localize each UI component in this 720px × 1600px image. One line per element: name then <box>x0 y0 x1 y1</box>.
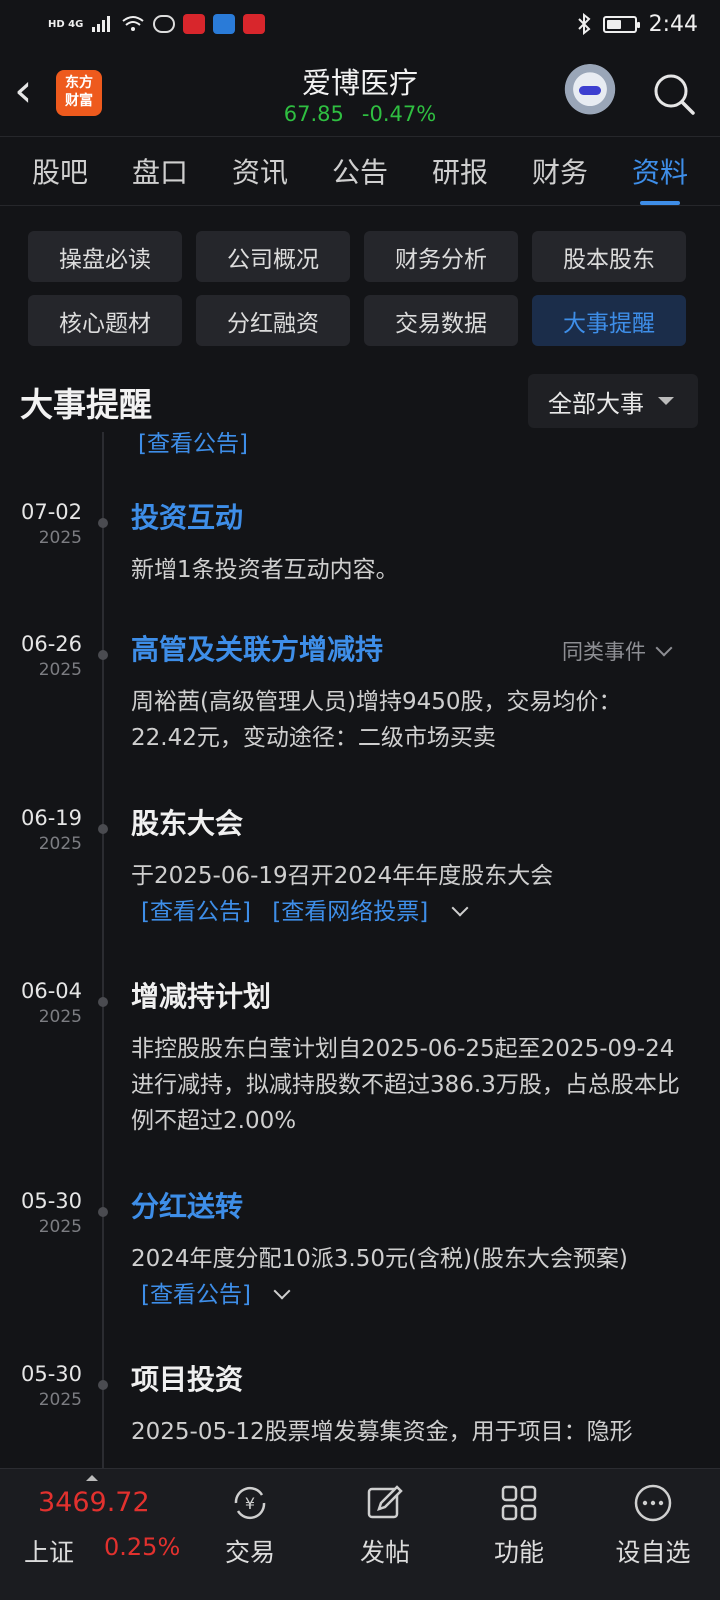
section-title: 大事提醒 <box>20 385 152 424</box>
svg-text:¥: ¥ <box>245 1494 255 1513</box>
wechat-icon <box>153 15 176 33</box>
timeline-dot <box>98 1207 108 1217</box>
functions-button[interactable]: 功能 <box>464 1481 574 1569</box>
tab-finance[interactable]: 财务 <box>532 151 588 191</box>
subnav-dividends[interactable]: 分红融资 <box>196 295 350 346</box>
yuan-cycle-icon: ¥ <box>234 1486 266 1520</box>
event-title: 股东大会 <box>131 807 244 840</box>
timeline-dot <box>98 650 108 660</box>
event-year: 2025 <box>38 1217 82 1237</box>
event-date: 05-30 <box>20 1362 82 1386</box>
event-description: 2025-05-12股票增发募集资金，用于项目：隐形 <box>131 1419 633 1445</box>
event-title: 项目投资 <box>131 1363 244 1396</box>
chevron-down-icon <box>655 639 673 657</box>
nav-label: 功能 <box>493 1538 544 1567</box>
robot-assistant-icon[interactable] <box>562 64 618 120</box>
event-date: 06-26 <box>20 632 82 656</box>
event-title[interactable]: 高管及关联方增减持 <box>131 628 383 668</box>
add-watchlist-button[interactable]: 设自选 <box>598 1481 708 1569</box>
network-indicator: HD 4G <box>48 18 84 30</box>
similar-events-toggle[interactable]: 同类事件 <box>562 636 673 666</box>
battery-icon <box>602 15 640 33</box>
tab-guba[interactable]: 股吧 <box>32 151 88 191</box>
app-notification-icon <box>243 14 266 34</box>
tab-pankou[interactable]: 盘口 <box>132 151 188 191</box>
event-description: 新增1条投资者互动内容。 <box>131 557 399 583</box>
stock-header: ‹ 东方 财富 爱博医疗 67.85 -0.47% <box>0 48 720 136</box>
subnav-core-themes[interactable]: 核心题材 <box>28 295 182 346</box>
tab-news[interactable]: 资讯 <box>232 151 288 191</box>
filter-label: 全部大事 <box>548 389 644 418</box>
chevron-down-icon[interactable] <box>451 899 469 917</box>
app-notification-icon <box>183 14 206 34</box>
event-description: 2024年度分配10派3.50元(含税)(股东大会预案) <box>131 1246 628 1272</box>
search-icon[interactable] <box>652 72 696 116</box>
index-value: 3469.72 <box>38 1487 150 1518</box>
tab-profile[interactable]: 资料 <box>632 151 688 191</box>
event-description-block: 于2025-06-19召开2024年年度股东大会 [查看公告] [查看网络投票] <box>131 858 687 930</box>
view-announcement-link[interactable]: [查看公告] <box>138 432 248 458</box>
status-bar: HD 4G 2:44 <box>0 0 720 48</box>
tab-research[interactable]: 研报 <box>432 151 488 191</box>
event-date: 06-04 <box>20 979 82 1003</box>
timeline-dot <box>98 518 108 528</box>
bluetooth-icon <box>577 13 591 35</box>
stock-price: 67.85 <box>283 102 344 126</box>
more-icon <box>634 1484 672 1522</box>
tab-announcements[interactable]: 公告 <box>332 151 388 191</box>
subnav-must-read[interactable]: 操盘必读 <box>28 231 182 282</box>
stock-change: -0.47% <box>361 102 437 126</box>
timeline-line <box>102 432 104 1468</box>
event-title: 增减持计划 <box>131 980 272 1013</box>
event-year: 2025 <box>38 528 82 548</box>
event-title[interactable]: 分红送转 <box>131 1185 243 1225</box>
view-announcement-link[interactable]: [查看公告] <box>141 1282 251 1308</box>
event-description-block: 2024年度分配10派3.50元(含税)(股东大会预案) [查看公告] <box>131 1241 687 1313</box>
edit-icon <box>367 1485 403 1519</box>
nav-label: 设自选 <box>615 1538 691 1567</box>
nav-label: 交易 <box>224 1538 275 1567</box>
event-year: 2025 <box>38 1007 82 1027</box>
event-description: 周裕茜(高级管理人员)增持9450股，交易均价：22.42元，变动途径：二级市场… <box>131 689 622 751</box>
trade-button[interactable]: ¥ 交易 <box>195 1481 305 1569</box>
caret-down-icon <box>658 397 674 405</box>
main-tabs: 股吧 盘口 资讯 公告 研报 财务 资料 <box>0 136 720 206</box>
event-date: 05-30 <box>20 1189 82 1213</box>
index-name: 上证 <box>24 1538 75 1567</box>
post-button[interactable]: 发帖 <box>330 1481 440 1569</box>
event-year: 2025 <box>38 660 82 680</box>
grid-icon <box>501 1485 537 1521</box>
nav-label: 发帖 <box>359 1538 410 1567</box>
event-year: 2025 <box>38 834 82 854</box>
clock: 2:44 <box>648 11 698 37</box>
wifi-icon <box>122 16 144 31</box>
timeline-dot <box>98 824 108 834</box>
signal-icon <box>92 16 111 32</box>
event-title[interactable]: 投资互动 <box>131 496 243 536</box>
event-timeline: [查看公告] 07-02 2025 投资互动 新增1条投资者互动内容。 06-2… <box>0 432 720 1468</box>
event-date: 07-02 <box>20 500 82 524</box>
subnav-company-overview[interactable]: 公司概况 <box>196 231 350 282</box>
timeline-dot <box>98 1380 108 1390</box>
event-description: 于2025-06-19召开2024年年度股东大会 <box>131 863 554 889</box>
view-announcement-link[interactable]: [查看公告] <box>141 899 251 925</box>
index-change: 0.25% <box>104 1533 181 1561</box>
subnav-major-events[interactable]: 大事提醒 <box>532 295 686 346</box>
subnav-financial-analysis[interactable]: 财务分析 <box>364 231 518 282</box>
timeline-dot <box>98 997 108 1007</box>
bottom-bar: 3469.72 上证 0.25% ¥ 交易 发帖 功能 设自选 <box>0 1468 720 1600</box>
event-year: 2025 <box>38 1390 82 1410</box>
caret-up-icon <box>86 1475 98 1481</box>
app-notification-icon <box>213 14 236 34</box>
subnav-shareholders[interactable]: 股本股东 <box>532 231 686 282</box>
event-description: 非控股股东白莹计划自2025-06-25起至2025-09-24进行减持，拟减持… <box>131 1036 680 1134</box>
chevron-down-icon[interactable] <box>273 1282 291 1300</box>
view-online-vote-link[interactable]: [查看网络投票] <box>272 899 428 925</box>
subnav-trading-data[interactable]: 交易数据 <box>364 295 518 346</box>
event-filter-dropdown[interactable]: 全部大事 <box>528 374 698 428</box>
event-date: 06-19 <box>20 806 82 830</box>
profile-subnav: 操盘必读 公司概况 财务分析 股本股东 核心题材 分红融资 交易数据 大事提醒 <box>28 231 692 346</box>
